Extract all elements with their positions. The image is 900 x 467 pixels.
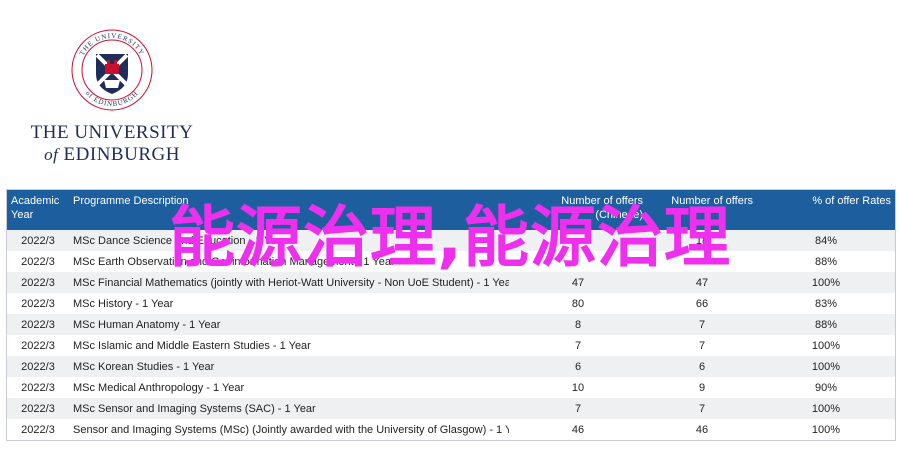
cell-offers: 66 [647, 293, 757, 314]
cell-year: 2022/3 [7, 377, 69, 398]
cell-year: 2022/3 [7, 251, 69, 272]
col-header-chinese-offers: Number of offers (Chinese) [509, 190, 647, 230]
table-header-row: Academic Year Programme Description Numb… [7, 190, 895, 230]
cell-chinese: 7 [509, 398, 647, 419]
cell-programme: Sensor and Imaging Systems (MSc) (Jointl… [69, 419, 509, 440]
cell-programme: MSc Dance Science and Education - 1 Year [69, 230, 509, 251]
cell-offers: 6 [647, 356, 757, 377]
cell-rate: 88% [757, 314, 895, 335]
cell-year: 2022/3 [7, 398, 69, 419]
cell-programme: MSc Sensor and Imaging Systems (SAC) - 1… [69, 398, 509, 419]
cell-offers: 9 [647, 377, 757, 398]
cell-offers: 7 [647, 335, 757, 356]
offers-table: Academic Year Programme Description Numb… [7, 190, 895, 440]
cell-rate: 100% [757, 398, 895, 419]
col-header-offers: Number of offers [647, 190, 757, 230]
table-row: 2022/3 MSc Medical Anthropology - 1 Year… [7, 377, 895, 398]
cell-rate: 84% [757, 230, 895, 251]
table-row: 2022/3 Sensor and Imaging Systems (MSc) … [7, 419, 895, 440]
wordmark-of: of [44, 145, 59, 164]
cell-offers: 18 [647, 230, 757, 251]
cell-rate: 100% [757, 419, 895, 440]
cell-year: 2022/3 [7, 314, 69, 335]
cell-offers [647, 251, 757, 272]
cell-offers: 46 [647, 419, 757, 440]
cell-programme: MSc Human Anatomy - 1 Year [69, 314, 509, 335]
cell-offers: 7 [647, 314, 757, 335]
cell-chinese: 8 [509, 314, 647, 335]
table-row: 2022/3 MSc Dance Science and Education -… [7, 230, 895, 251]
cell-year: 2022/3 [7, 356, 69, 377]
cell-programme: MSc Earth Observation and Geoinformation… [69, 251, 509, 272]
wordmark-edinburgh: EDINBURGH [63, 144, 180, 165]
cell-chinese: 80 [509, 293, 647, 314]
cell-chinese: 10 [509, 377, 647, 398]
cell-chinese: 46 [509, 419, 647, 440]
cell-year: 2022/3 [7, 230, 69, 251]
table-row: 2022/3 MSc Financial Mathematics (jointl… [7, 272, 895, 293]
cell-chinese: 47 [509, 272, 647, 293]
cell-rate: 83% [757, 293, 895, 314]
cell-programme: MSc Korean Studies - 1 Year [69, 356, 509, 377]
cell-programme: MSc Financial Mathematics (jointly with … [69, 272, 509, 293]
table-row: 2022/3 MSc Earth Observation and Geoinfo… [7, 251, 895, 272]
table-row: 2022/3 MSc History - 1 Year 80 66 83% [7, 293, 895, 314]
cell-chinese [509, 251, 647, 272]
cell-programme: MSc Islamic and Middle Eastern Studies -… [69, 335, 509, 356]
col-header-year: Academic Year [7, 190, 69, 230]
cell-year: 2022/3 [7, 293, 69, 314]
cell-rate: 100% [757, 335, 895, 356]
table-row: 2022/3 MSc Korean Studies - 1 Year 6 6 1… [7, 356, 895, 377]
cell-chinese [509, 230, 647, 251]
cell-rate: 88% [757, 251, 895, 272]
cell-offers: 7 [647, 398, 757, 419]
cell-rate: 90% [757, 377, 895, 398]
cell-rate: 100% [757, 356, 895, 377]
col-header-rate: % of offer Rates [757, 190, 895, 230]
cell-chinese: 7 [509, 335, 647, 356]
wordmark-line1: THE UNIVERSITY [30, 122, 194, 143]
wordmark-line2: of EDINBURGH [22, 144, 202, 166]
col-header-programme: Programme Description [69, 190, 509, 230]
svg-text:THE UNIVERSITY: THE UNIVERSITY [78, 32, 146, 57]
cell-programme: MSc Medical Anthropology - 1 Year [69, 377, 509, 398]
cell-chinese: 6 [509, 356, 647, 377]
table-row: 2022/3 MSc Islamic and Middle Eastern St… [7, 335, 895, 356]
cell-offers: 47 [647, 272, 757, 293]
table-row: 2022/3 MSc Human Anatomy - 1 Year 8 7 88… [7, 314, 895, 335]
cell-year: 2022/3 [7, 419, 69, 440]
cell-year: 2022/3 [7, 335, 69, 356]
table-row: 2022/3 MSc Sensor and Imaging Systems (S… [7, 398, 895, 419]
cell-rate: 100% [757, 272, 895, 293]
cell-programme: MSc History - 1 Year [69, 293, 509, 314]
logo-ring-text-top: THE UNIVERSITY [78, 32, 145, 57]
university-crest-logo: THE UNIVERSITY of EDINBURGH [71, 29, 153, 111]
university-wordmark: THE UNIVERSITY of EDINBURGH [22, 122, 202, 166]
cell-year: 2022/3 [7, 272, 69, 293]
offers-table-container: Academic Year Programme Description Numb… [6, 189, 896, 441]
